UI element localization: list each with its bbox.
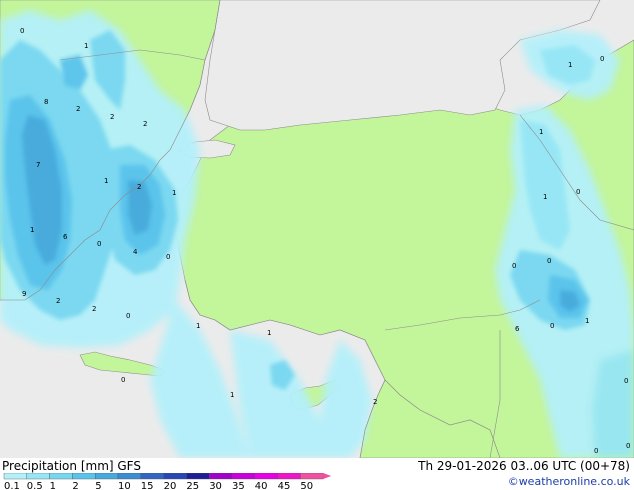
legend-swatch <box>3 473 27 480</box>
legend-swatch <box>186 473 210 480</box>
map-label: 0 <box>166 253 170 261</box>
map-label: 0 <box>547 257 551 265</box>
map-label: 1 <box>230 391 234 399</box>
credit-link[interactable]: ©weatheronline.co.uk <box>508 475 630 488</box>
map-label: 1 <box>267 329 271 337</box>
map-label: 0 <box>594 447 598 455</box>
legend-swatch <box>72 473 96 480</box>
legend-label: 5 <box>95 481 101 490</box>
map-label: 2 <box>137 183 141 191</box>
map-label: 1 <box>543 193 547 201</box>
legend-label: 50 <box>300 481 313 490</box>
legend-label: 30 <box>209 481 222 490</box>
map-label: 1 <box>568 61 572 69</box>
legend-swatch <box>163 473 187 480</box>
map-label: 0 <box>512 262 516 270</box>
legend-label: 0.5 <box>27 481 43 490</box>
map-canvas: 0 1 8 2 2 2 7 1 1 2 1 6 0 4 0 9 2 2 0 1 … <box>0 0 634 458</box>
valid-time: Th 29-01-2026 03..06 UTC (00+78) <box>418 459 630 473</box>
map-label: 1 <box>539 128 543 136</box>
map-label: 0 <box>626 442 630 450</box>
map-label: 1 <box>30 226 34 234</box>
map-label: 6 <box>63 233 68 241</box>
legend-label: 2 <box>72 481 78 490</box>
map-label: 2 <box>143 120 147 128</box>
map-label: 0 <box>20 27 24 35</box>
map-label: 8 <box>44 98 48 106</box>
map-label: 1 <box>84 42 88 50</box>
legend-label: 25 <box>186 481 199 490</box>
map-label: 2 <box>373 398 377 406</box>
map-label: 7 <box>36 161 40 169</box>
legend-label: 15 <box>141 481 154 490</box>
map-label: 0 <box>126 312 130 320</box>
legend-swatch <box>117 473 141 480</box>
map-label: 2 <box>92 305 96 313</box>
map-label: 0 <box>550 322 554 330</box>
legend-swatch <box>277 473 301 480</box>
legend-label: 45 <box>278 481 291 490</box>
map-label: 9 <box>22 290 26 298</box>
color-legend: 0.1 0.5 1 2 5 10 15 20 25 30 35 40 45 50 <box>3 473 332 490</box>
map-label: 1 <box>585 317 589 325</box>
map-label: 1 <box>196 322 200 330</box>
map-label: 4 <box>133 248 138 256</box>
map-label: 0 <box>624 377 628 385</box>
legend-label: 10 <box>118 481 131 490</box>
map-label: 1 <box>172 189 176 197</box>
map-label: 2 <box>76 105 80 113</box>
legend-label: 0.1 <box>4 481 20 490</box>
precipitation-map[interactable]: 0 1 8 2 2 2 7 1 1 2 1 6 0 4 0 9 2 2 0 1 … <box>0 0 634 458</box>
legend-swatch <box>300 473 324 480</box>
map-label: 2 <box>56 297 60 305</box>
map-label: 0 <box>576 188 580 196</box>
map-label: 0 <box>600 55 604 63</box>
legend-swatch <box>26 473 50 480</box>
legend-swatch <box>254 473 278 480</box>
legend-swatch <box>94 473 119 480</box>
legend-label: 40 <box>255 481 268 490</box>
map-label: 0 <box>121 376 125 384</box>
footer-bar: Precipitation [mm] GFS Th 29-01-2026 03.… <box>0 458 634 490</box>
map-label: 0 <box>97 240 101 248</box>
map-label: 1 <box>104 177 108 185</box>
map-label: 2 <box>110 113 114 121</box>
legend-label: 35 <box>232 481 245 490</box>
legend-swatch <box>49 473 73 480</box>
legend-arrow <box>323 473 332 479</box>
legend-label: 20 <box>164 481 177 490</box>
map-label: 6 <box>515 325 520 333</box>
legend-swatch <box>140 473 164 480</box>
legend-swatch <box>231 473 255 480</box>
map-title: Precipitation [mm] GFS <box>2 459 141 473</box>
legend-label: 1 <box>50 481 56 490</box>
legend-swatch <box>208 473 233 480</box>
